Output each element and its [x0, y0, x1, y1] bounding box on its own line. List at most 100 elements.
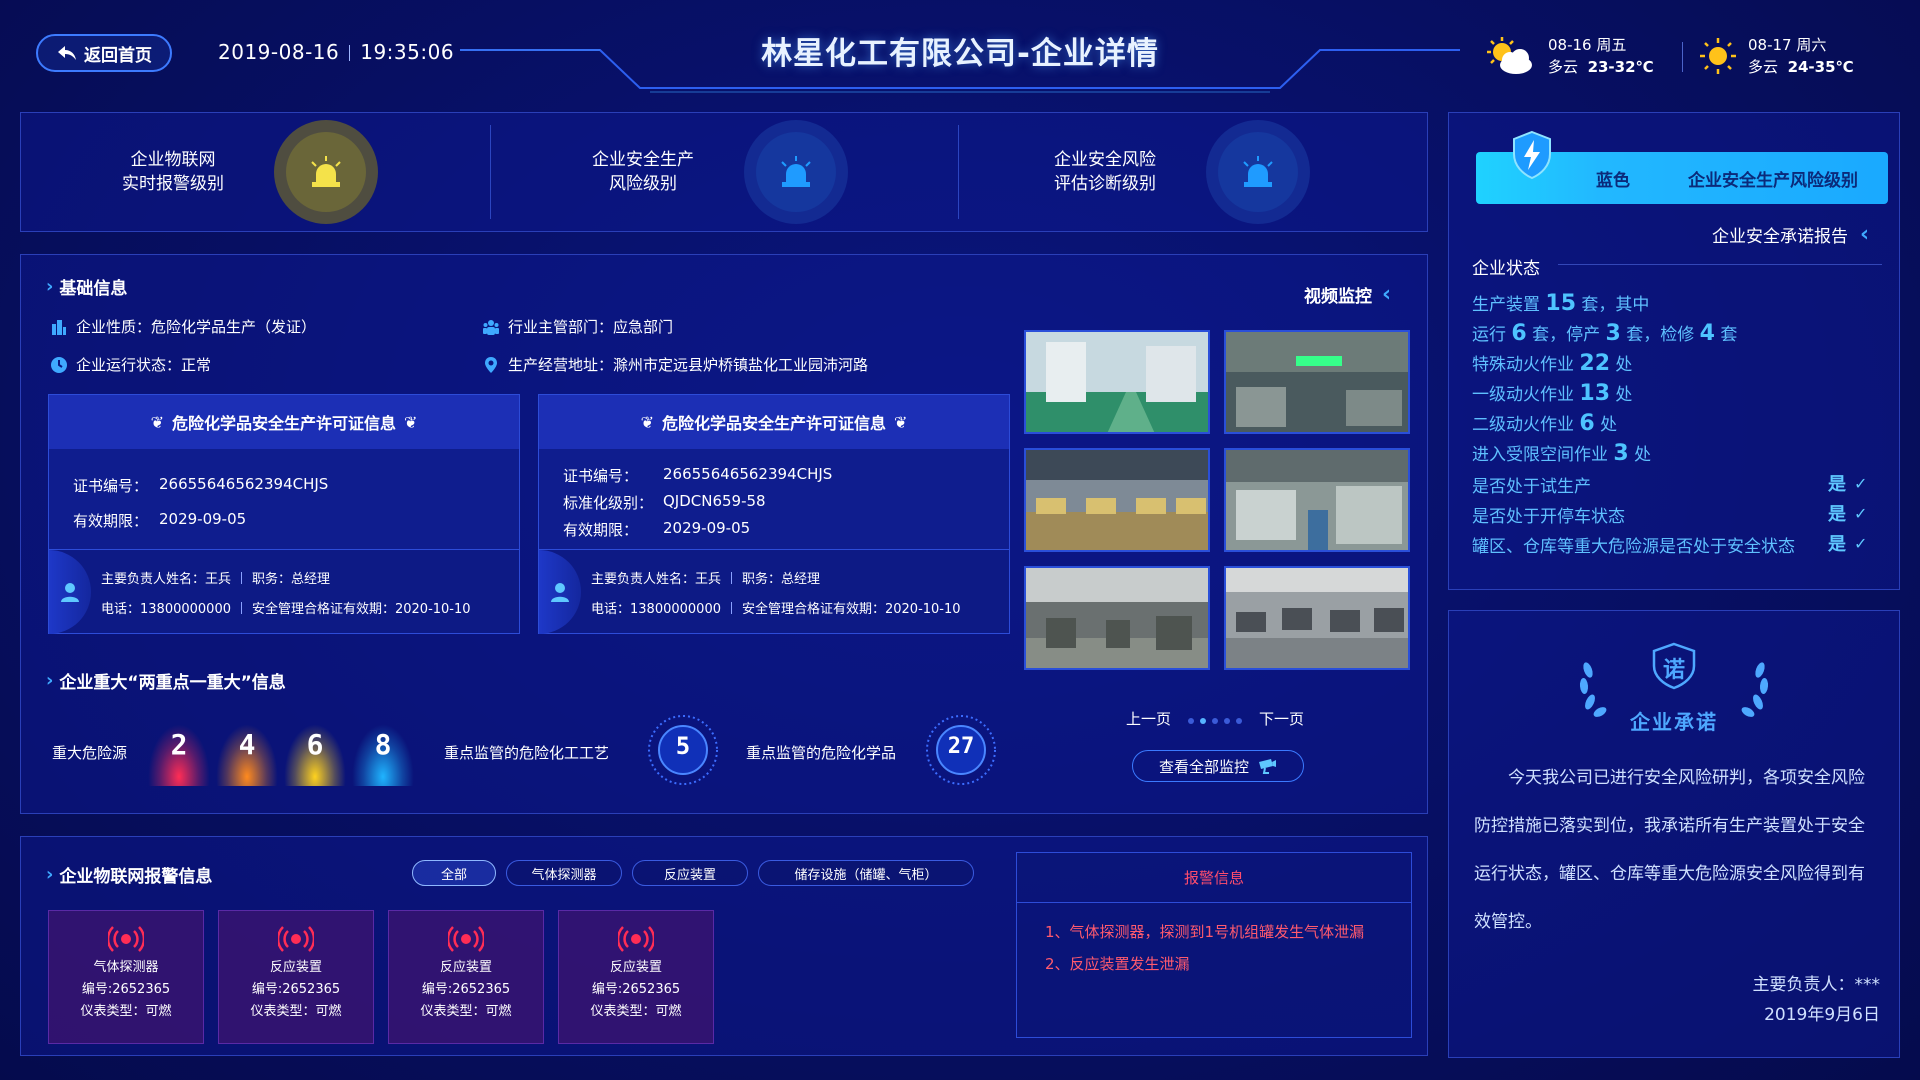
filter-storage[interactable]: 储存设施（储罐、气柜）: [758, 860, 974, 886]
status-line-2-num: 6: [1511, 321, 1527, 346]
status-line-2-pre: 运行: [1472, 325, 1512, 345]
cert-1-key: 证书编号：: [73, 477, 149, 495]
iot-title: › 企业物联网报警信息: [46, 862, 212, 887]
video-header: 视频监控 ‹: [1304, 282, 1391, 307]
cert-2-manager: 主要负责人姓名：王兵 职务：总经理 电话：13800000000 安全管理合格证有效…: [539, 549, 1009, 634]
cert-1-cert-valid: 安全管理合格证有效期：2020-10-10: [251, 602, 471, 617]
building-icon: [52, 319, 66, 335]
pager-dot[interactable]: [1188, 717, 1195, 724]
business-address: 生产经营地址：滁州市定远县炉桥镇盐化工业园沛河路: [482, 354, 868, 375]
alarm-card-3[interactable]: 反应装置 编号:2652365 仪表类型：可燃: [388, 910, 544, 1044]
basic-info-title: › 基础信息: [46, 274, 127, 299]
status-line-3-pre: 特殊动火作业: [1472, 355, 1580, 375]
cert-2-header: ❦ 危险化学品安全生产许可证信息 ❦: [539, 395, 1009, 449]
prev-page-link[interactable]: 上一页: [1126, 708, 1171, 729]
alarm-card-3-type: 仪表类型：可燃: [420, 1004, 512, 1019]
hazard-badge-1: 2: [148, 724, 210, 786]
level-safety-line1: 企业安全生产: [592, 150, 694, 170]
next-page-link[interactable]: 下一页: [1259, 708, 1304, 729]
alarm-signal-icon: [618, 926, 654, 952]
status-line-5-num: 6: [1579, 411, 1595, 436]
alarm-card-4[interactable]: 反应装置 编号:2652365 仪表类型：可燃: [558, 910, 714, 1044]
alarm-card-1-type: 仪表类型：可燃: [80, 1004, 172, 1019]
view-all-monitors-button[interactable]: 查看全部监控: [1132, 750, 1304, 782]
back-home-label: 返回首页: [84, 45, 152, 66]
video-thumb-5[interactable]: [1024, 566, 1210, 670]
alarm-card-3-code: 编号:2652365: [421, 982, 511, 997]
cert-2-key: 证书编号：: [563, 467, 639, 485]
cert-2-key: 有效期限：: [563, 521, 639, 539]
level-iot-alarm: 企业物联网 实时报警级别: [118, 120, 378, 224]
alarm-light-icon: [311, 156, 341, 187]
cert-2-manager-name: 主要负责人姓名：王兵: [591, 572, 722, 587]
enterprise-nature: 企业性质：危险化学品生产（发证）: [50, 316, 316, 337]
pager-dot-active[interactable]: [1200, 717, 1207, 724]
pager-dot[interactable]: [1224, 717, 1231, 724]
iot-title-text: 企业物联网报警信息: [59, 867, 213, 887]
promise-title: 企业承诺: [1630, 710, 1718, 734]
alarm-card-2[interactable]: 反应装置 编号:2652365 仪表类型：可燃: [218, 910, 374, 1044]
operation-status: 企业运行状态：正常: [50, 354, 211, 375]
video-thumb-6[interactable]: [1224, 566, 1410, 670]
weather-day1-date: 08-16 周五: [1548, 36, 1627, 54]
promise-report-label: 企业安全承诺报告: [1712, 227, 1848, 247]
cert-2-value: QJDCN659-58: [663, 492, 766, 510]
video-thumb-2[interactable]: [1224, 330, 1410, 434]
status-title: 企业状态: [1472, 259, 1540, 279]
weather-day2-desc: 多云: [1748, 58, 1779, 76]
cert-2-position: 职务：总经理: [742, 572, 821, 587]
back-arrow-icon: [58, 46, 76, 60]
hazard-badge-4: 8: [352, 724, 414, 786]
risk-level-value: 蓝色: [1596, 170, 1630, 191]
chevron-left-icon[interactable]: ‹: [1382, 282, 1391, 307]
camera-icon: [1259, 759, 1276, 774]
filter-all[interactable]: 全部: [412, 860, 496, 886]
sun-icon: [1700, 38, 1736, 74]
cert-1-manager: 主要负责人姓名：王兵 职务：总经理 电话：13800000000 安全管理合格证有效…: [49, 549, 519, 634]
video-title: 视频监控: [1304, 287, 1372, 307]
weather-divider: [1682, 42, 1683, 72]
alarm-light-icon: [781, 156, 811, 187]
chevron-left-icon: ‹: [1860, 222, 1870, 247]
status-line-5-post: 处: [1594, 415, 1618, 435]
pager-dot[interactable]: [1212, 717, 1219, 724]
alarm-card-1-name: 气体探测器: [93, 960, 159, 975]
status-line-2-mid2: 套，检修: [1620, 325, 1700, 345]
weather-day2-temp: 24-35℃: [1787, 58, 1854, 76]
promise-report-link[interactable]: 企业安全承诺报告 ‹: [1712, 222, 1869, 247]
level-assess-line2: 评估诊断级别: [1054, 174, 1156, 194]
enterprise-nature-text: 企业性质：危险化学品生产（发证）: [76, 318, 317, 336]
check-icon: ✓: [1854, 533, 1868, 553]
level-divider-2: [958, 125, 959, 219]
pager-dot[interactable]: [1236, 717, 1243, 724]
laurel-left-icon: ❦: [150, 412, 164, 432]
status-line-3-post: 处: [1610, 355, 1633, 375]
promise-date: 2019年9月6日: [1764, 1005, 1880, 1025]
major-info-title: › 企业重大“两重点一重大”信息: [46, 668, 286, 693]
filter-reactor[interactable]: 反应装置: [632, 860, 748, 886]
back-home-button[interactable]: 返回首页: [36, 34, 172, 72]
status-line-2-post: 套: [1714, 325, 1738, 345]
clock-icon: [51, 356, 67, 373]
risk-level-text: 企业安全生产风险级别: [1688, 170, 1858, 191]
video-thumb-3[interactable]: [1024, 448, 1210, 552]
alarm-card-1[interactable]: 气体探测器 编号:2652365 仪表类型：可燃: [48, 910, 204, 1044]
person-icon: [61, 583, 79, 602]
promise-signer: 主要负责人：***: [1752, 975, 1881, 995]
alarm-signal-icon: [278, 926, 314, 952]
check-trial-value: 是: [1828, 474, 1846, 495]
video-thumb-4[interactable]: [1224, 448, 1410, 552]
level-iot-line2: 实时报警级别: [122, 174, 224, 194]
status-divider: [1558, 264, 1882, 265]
weather-day2-date: 08-17 周六: [1748, 36, 1827, 54]
status-line-1-pre: 生产装置: [1472, 295, 1546, 315]
video-thumb-1[interactable]: [1024, 330, 1210, 434]
process-gauge: 5: [638, 712, 728, 788]
alarm-light-icon: [1243, 156, 1273, 187]
filter-gas-detector[interactable]: 气体探测器: [506, 860, 622, 886]
status-line-2-num2: 3: [1605, 321, 1621, 346]
status-line-1: 生产装置 15 套，其中: [1472, 290, 1649, 316]
laurel-right-icon: ❦: [894, 412, 908, 432]
weather-day1-temp: 23-32℃: [1587, 58, 1654, 76]
chem-value: 27: [947, 734, 975, 759]
